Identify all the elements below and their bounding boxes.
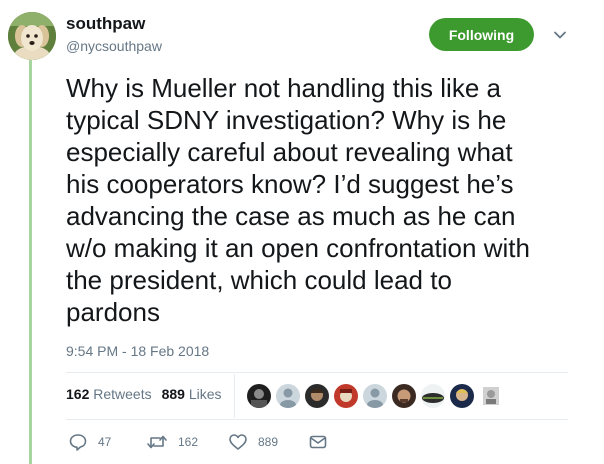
tweet-text: Why is Mueller not handling this like a … [66,73,530,327]
liker-avatar[interactable] [392,384,416,408]
retweet-count: 162 [178,435,199,449]
tweet-stats: 162 Retweets 889 Likes [66,386,222,402]
retweets-count: 162 [66,386,90,402]
like-button[interactable]: 889 [228,432,278,452]
liker-avatar[interactable] [363,384,387,408]
retweets-label: Retweets [93,386,152,402]
likes-stat[interactable]: 889 Likes [162,386,222,402]
retweets-stat[interactable]: 162 Retweets [66,386,152,402]
chevron-down-icon[interactable] [552,27,568,43]
likes-count: 889 [161,386,185,402]
liker-avatar[interactable] [276,384,300,408]
divider-top [66,372,568,373]
tweet-timestamp[interactable]: 9:54 PM - 18 Feb 2018 [66,343,209,359]
reply-count: 47 [98,435,112,449]
heart-icon [229,434,247,450]
liker-avatar[interactable] [421,384,445,408]
liker-avatars [247,384,503,408]
user-avatar[interactable] [8,12,56,60]
envelope-icon [309,435,327,449]
reply-icon [69,434,87,451]
following-button[interactable]: Following [429,18,534,51]
liker-avatar[interactable] [479,384,503,408]
liker-avatar[interactable] [334,384,358,408]
likes-label: Likes [188,386,222,402]
divider-bottom [66,419,568,420]
retweet-button[interactable]: 162 [146,432,198,452]
retweet-icon [147,435,167,449]
liker-avatar[interactable] [450,384,474,408]
liker-avatar[interactable] [247,384,271,408]
stats-separator [234,374,235,418]
puppy-avatar-icon [8,12,56,60]
reply-button[interactable]: 47 [68,432,111,452]
liker-avatar[interactable] [305,384,329,408]
like-count: 889 [258,435,279,449]
display-name[interactable]: southpaw [66,14,145,34]
direct-message-button[interactable] [308,432,328,452]
user-handle[interactable]: @nycsouthpaw [66,38,162,54]
thread-line [29,60,32,464]
